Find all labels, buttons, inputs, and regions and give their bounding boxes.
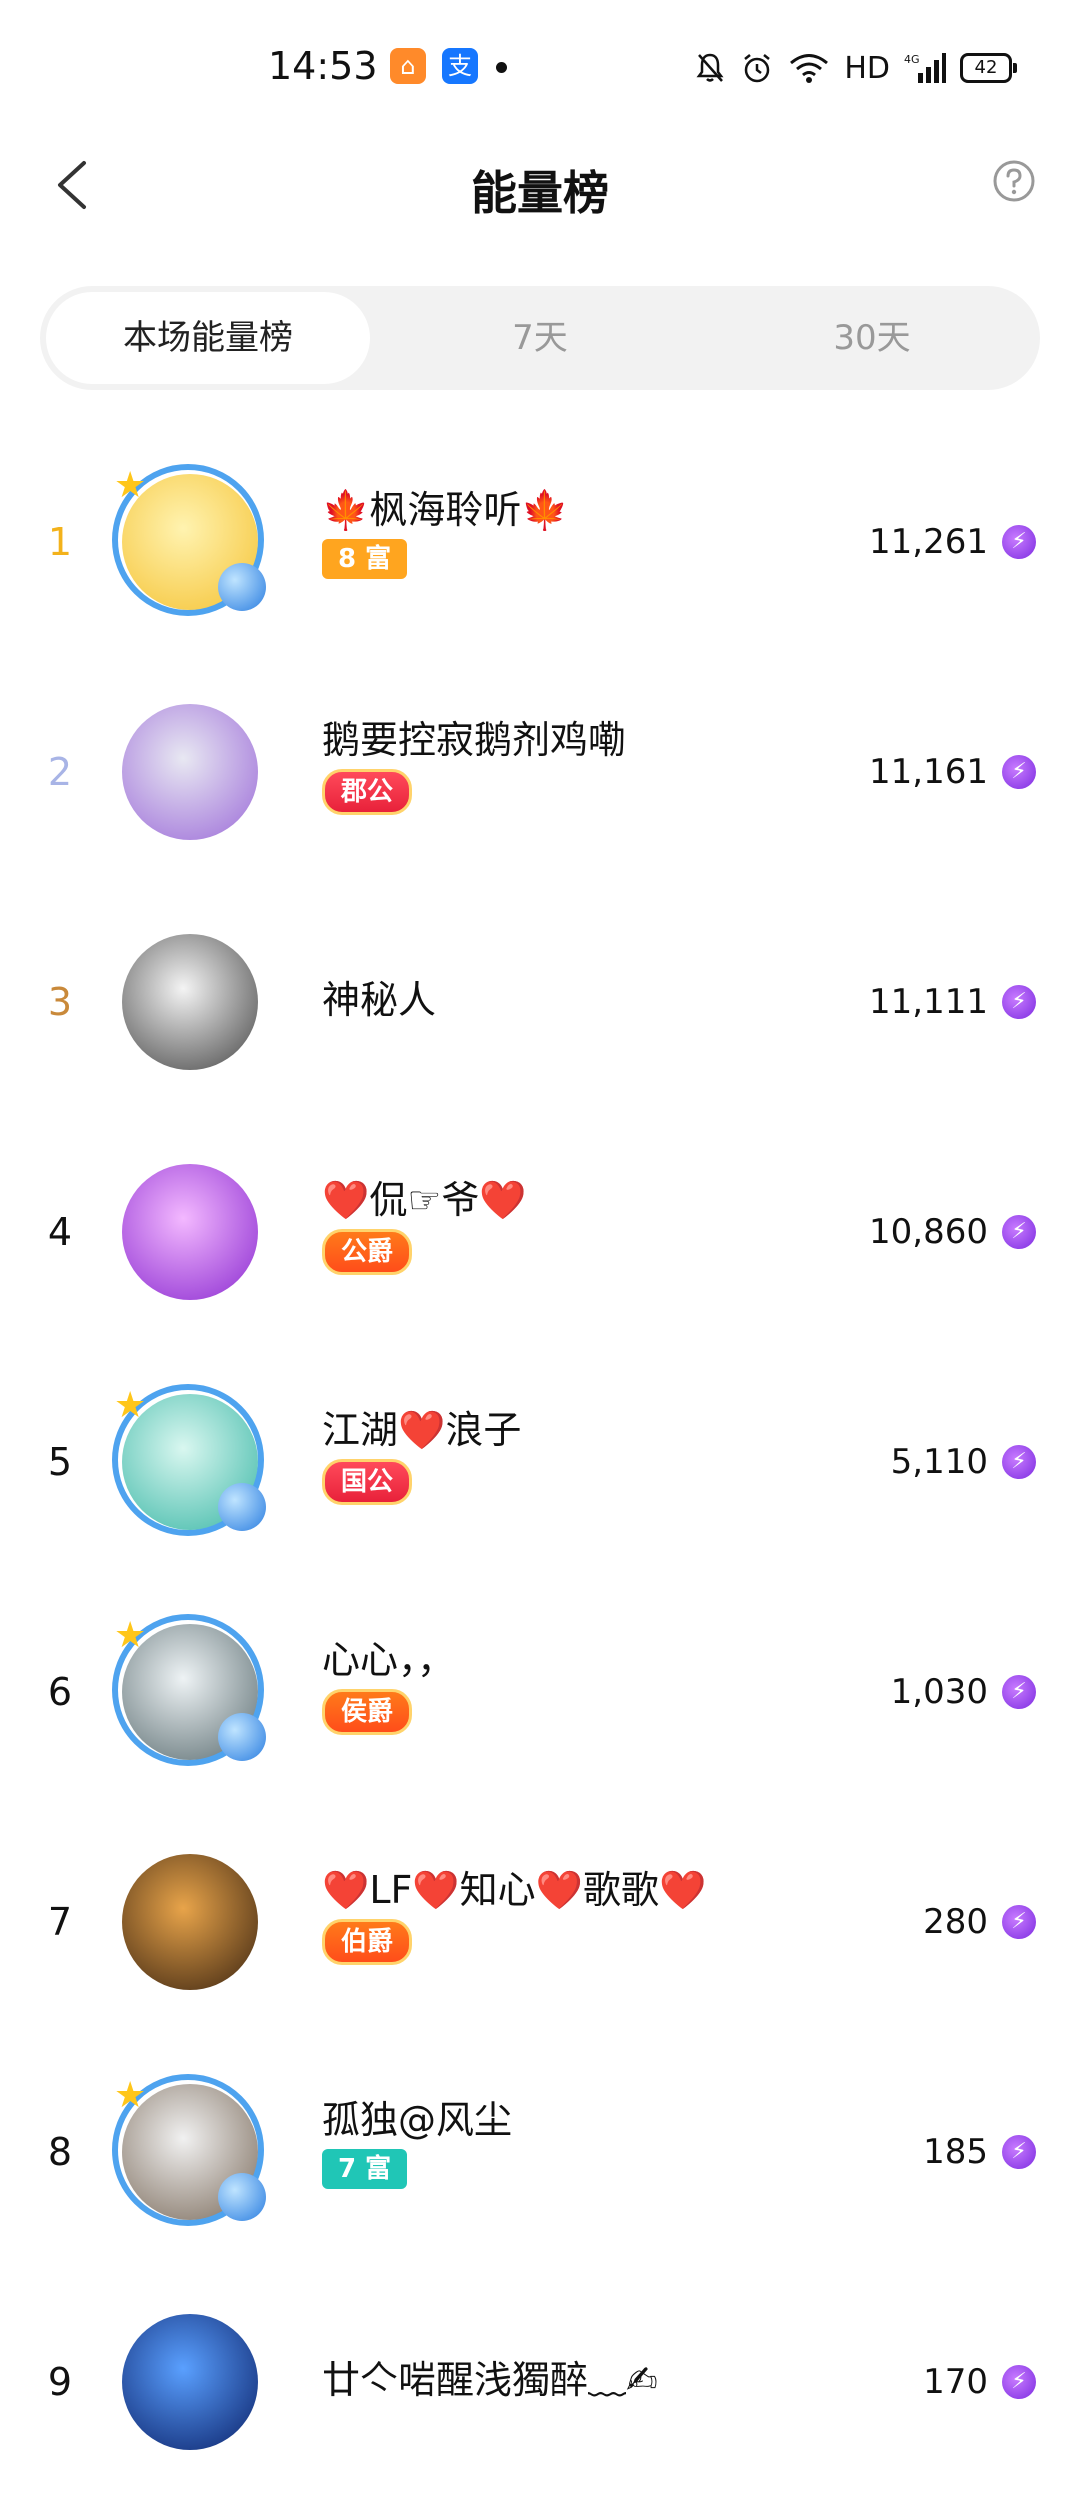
alarm-icon xyxy=(744,54,771,83)
lightning-icon: ⚡ xyxy=(1002,755,1036,789)
tab-30-days[interactable]: 30天 xyxy=(710,292,1034,384)
user-name: 廿亽啱醒浅獨醉﹏✍ xyxy=(322,2358,658,2402)
planet-icon xyxy=(218,563,266,611)
noble-rank-badge: 侯爵 xyxy=(322,1689,413,1735)
avatar[interactable] xyxy=(122,1854,258,1990)
page-title: 能量榜 xyxy=(471,166,609,220)
energy-score: 185 xyxy=(923,2132,988,2172)
avatar[interactable] xyxy=(122,934,258,1070)
alipay-icon: 支 xyxy=(442,48,478,84)
noble-rank-badge: 公爵 xyxy=(322,1229,413,1275)
noble-rank-badge: 伯爵 xyxy=(322,1919,413,1965)
wealth-level-badge: 7 富 xyxy=(322,2149,408,2189)
lightning-icon: ⚡ xyxy=(1002,2365,1036,2399)
noble-rank-badge: 郡公 xyxy=(322,769,413,815)
status-bar: 14:53 ⌂ 支 HD 4G 42 xyxy=(0,0,1080,135)
user-name: 神秘人 xyxy=(322,978,437,1022)
energy-score: 10,860 xyxy=(869,1212,988,1252)
energy-score: 280 xyxy=(923,1902,988,1942)
lightning-icon: ⚡ xyxy=(1002,1675,1036,1709)
mute-bell-icon xyxy=(696,53,724,82)
avatar[interactable] xyxy=(122,2314,258,2450)
user-name: 江湖❤️浪子 xyxy=(322,1408,522,1452)
rank-number: 9 xyxy=(47,2360,73,2404)
status-indicators: HD 4G 42 xyxy=(694,48,1017,88)
leaderboard-row[interactable]: 1 ★ 🍁枫海聆听🍁 8 富 11,261 ⚡ xyxy=(0,427,1080,657)
energy-score: 11,111 xyxy=(869,982,988,1022)
rank-number: 7 xyxy=(47,1900,73,1944)
star-icon: ★ xyxy=(114,2075,147,2116)
header: 能量榜 xyxy=(0,135,1080,235)
planet-icon xyxy=(218,1713,266,1761)
period-tabs: 本场能量榜 7天 30天 xyxy=(40,286,1040,390)
energy-score: 5,110 xyxy=(890,1442,988,1482)
svg-text:4G: 4G xyxy=(904,53,920,66)
rank-number: 6 xyxy=(47,1670,73,1714)
lightning-icon: ⚡ xyxy=(1002,525,1036,559)
user-name: 🍁枫海聆听🍁 xyxy=(322,488,569,532)
question-circle-icon[interactable] xyxy=(992,159,1036,203)
status-time: 14:53 xyxy=(268,44,378,88)
noble-rank-badge: 国公 xyxy=(322,1459,413,1505)
star-icon: ★ xyxy=(114,1385,147,1426)
leaderboard-row[interactable]: 9 廿亽啱醒浅獨醉﹏✍ 170 ⚡ xyxy=(0,2267,1080,2497)
leaderboard-row[interactable]: 6 ★ 心心，， 侯爵 1,030 ⚡ xyxy=(0,1577,1080,1807)
leaderboard-row[interactable]: 8 ★ 孤独@风尘 7 富 185 ⚡ xyxy=(0,2037,1080,2267)
battery-level: 42 xyxy=(974,57,998,78)
avatar[interactable] xyxy=(122,704,258,840)
leaderboard-row[interactable]: 5 ★ 江湖❤️浪子 国公 5,110 ⚡ xyxy=(0,1347,1080,1577)
wealth-level-badge: 8 富 xyxy=(322,539,408,579)
leaderboard-row[interactable]: 2 鹅要控寂鹅剂鸡嘞 郡公 11,161 ⚡ xyxy=(0,657,1080,887)
rank-number: 4 xyxy=(47,1210,73,1254)
energy-score: 11,261 xyxy=(869,522,988,562)
lightning-icon: ⚡ xyxy=(1002,1445,1036,1479)
planet-icon xyxy=(218,2173,266,2221)
user-name: 心心，， xyxy=(322,1638,456,1682)
rank-number: 5 xyxy=(47,1440,73,1484)
energy-score: 170 xyxy=(923,2362,988,2402)
energy-score: 11,161 xyxy=(869,752,988,792)
star-icon: ★ xyxy=(114,465,147,506)
hd-indicator: HD xyxy=(844,50,890,86)
signal-icon: 4G xyxy=(904,53,946,83)
energy-score: 1,030 xyxy=(890,1672,988,1712)
user-name: 孤独@风尘 xyxy=(322,2098,513,2142)
lightning-icon: ⚡ xyxy=(1002,2135,1036,2169)
rank-number: 1 xyxy=(47,520,73,564)
leaderboard-row[interactable]: 4 ❤️侃☞爷❤️ 公爵 10,860 ⚡ xyxy=(0,1117,1080,1347)
avatar[interactable] xyxy=(122,1164,258,1300)
planet-icon xyxy=(218,1483,266,1531)
user-name: 鹅要控寂鹅剂鸡嘞 xyxy=(322,718,627,762)
tab-7-days[interactable]: 7天 xyxy=(378,292,702,384)
lightning-icon: ⚡ xyxy=(1002,985,1036,1019)
notification-dot-icon xyxy=(496,62,507,73)
lightning-icon: ⚡ xyxy=(1002,1905,1036,1939)
battery-icon: 42 xyxy=(960,53,1017,83)
user-name: ❤️LF❤️知心❤️歌歌❤️ xyxy=(322,1868,707,1912)
home-app-icon: ⌂ xyxy=(390,48,426,84)
wifi-icon xyxy=(790,54,829,83)
tab-current-session[interactable]: 本场能量榜 xyxy=(46,292,370,384)
leaderboard-row[interactable]: 3 神秘人 11,111 ⚡ xyxy=(0,887,1080,1117)
rank-number: 2 xyxy=(47,750,73,794)
user-name: ❤️侃☞爷❤️ xyxy=(322,1178,527,1222)
rank-number: 8 xyxy=(47,2130,73,2174)
rank-number: 3 xyxy=(47,980,73,1024)
star-icon: ★ xyxy=(114,1615,147,1656)
leaderboard-row[interactable]: 7 ❤️LF❤️知心❤️歌歌❤️ 伯爵 280 ⚡ xyxy=(0,1807,1080,2037)
lightning-icon: ⚡ xyxy=(1002,1215,1036,1249)
